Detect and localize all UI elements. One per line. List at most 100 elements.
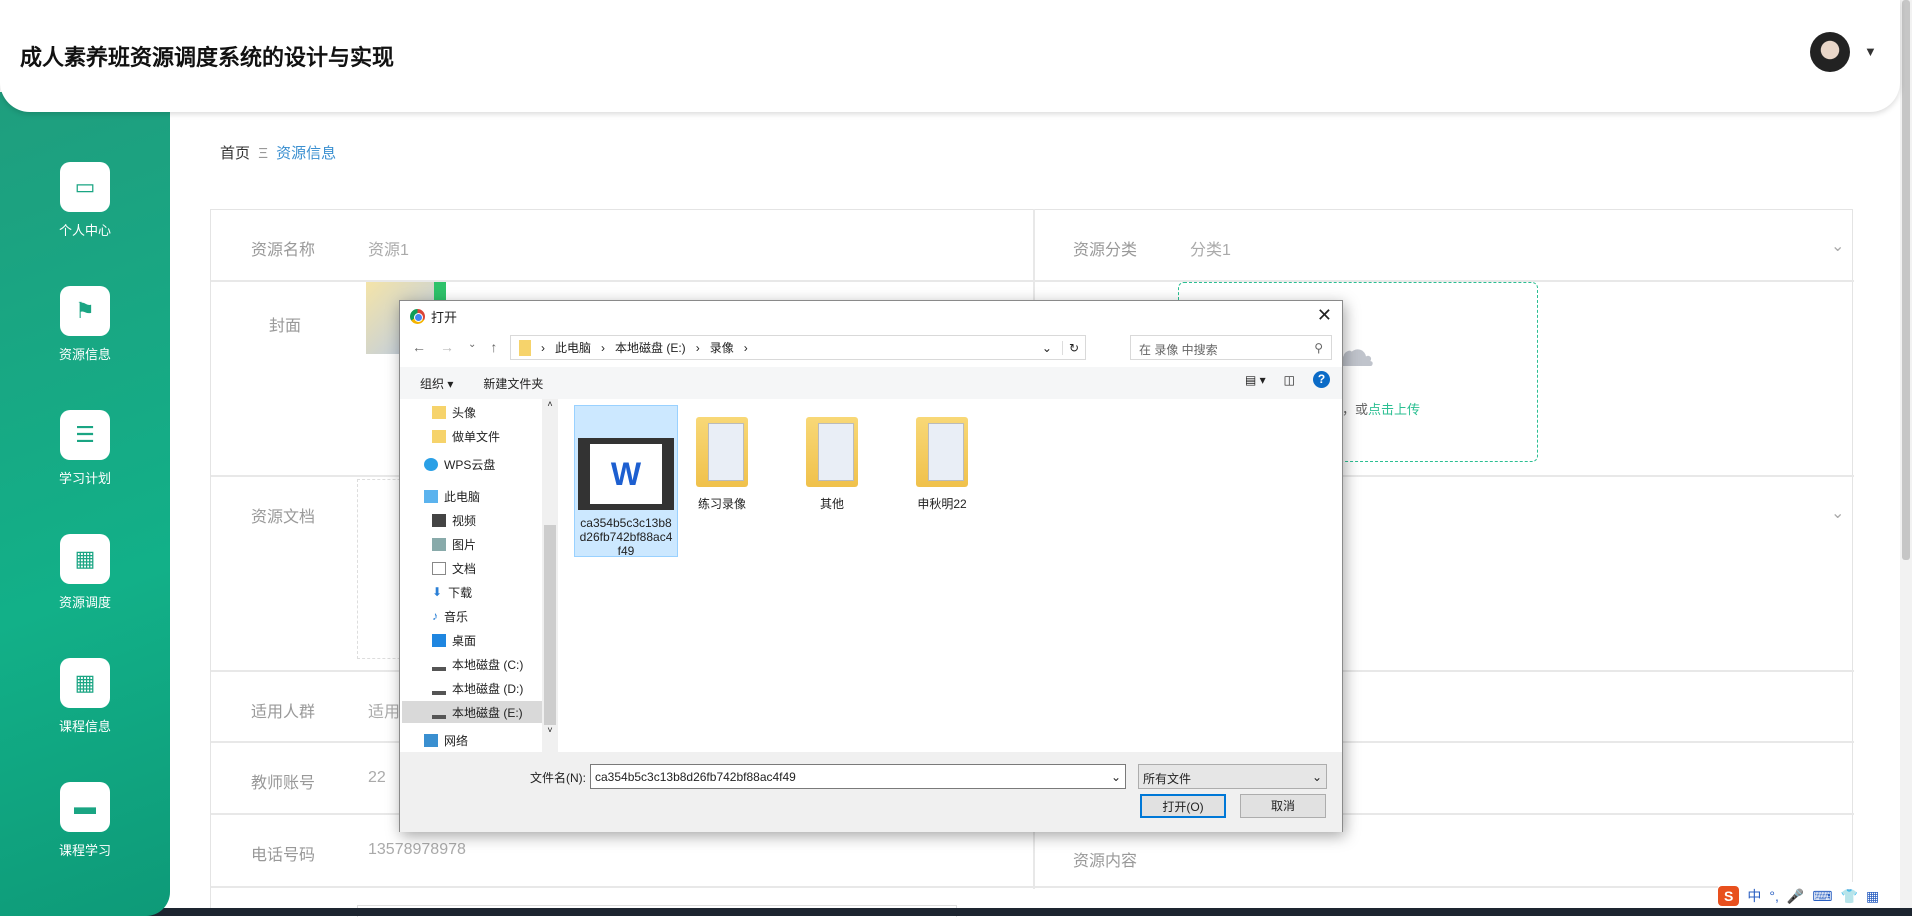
flag-icon: ⚑ xyxy=(60,286,110,336)
cover-label: 封面 xyxy=(269,318,302,335)
chevron-down-icon[interactable]: ⌄ xyxy=(1831,503,1844,523)
path-segment[interactable]: 此电脑 xyxy=(555,339,591,356)
chevron-down-icon[interactable]: ⌄ xyxy=(468,339,476,355)
chevron-down-icon[interactable]: ⌄ xyxy=(1831,236,1844,256)
nav-item[interactable]: ⬇ 下载 xyxy=(432,581,558,603)
sidebar-item-label: 课程学习 xyxy=(58,843,111,858)
video-file-icon: W xyxy=(578,438,674,510)
download-icon: ⬇ xyxy=(432,585,443,599)
nav-item[interactable]: ♪ 音乐 xyxy=(432,605,558,627)
filename-input[interactable]: ca354b5c3c13b8d26fb742bf88ac4f49 ⌄ xyxy=(590,764,1126,789)
open-file-dialog: 打开 ✕ ← → ⌄ ↑ › 此电脑 › 本地磁盘 (E:) › 录像 › ⌄ ↻ 在 录像 … xyxy=(399,300,1343,832)
app-title: 成人素养班资源调度系统的设计与实现 xyxy=(20,45,395,70)
folder-item[interactable]: 练习录像 xyxy=(670,405,774,512)
path-segment[interactable]: 录像 xyxy=(710,339,734,356)
microphone-icon[interactable]: 🎤 xyxy=(1787,888,1804,905)
chevron-down-icon: ⌄ xyxy=(1311,770,1322,784)
chevron-down-icon[interactable]: ⌄ xyxy=(1042,341,1052,355)
ime-punctuation[interactable]: °, xyxy=(1769,888,1779,904)
sidebar-item-study[interactable]: ▬ 课程学习 xyxy=(0,782,170,859)
nav-item[interactable]: 视频 xyxy=(432,509,558,531)
nav-item[interactable]: 桌面 xyxy=(432,629,558,651)
back-icon[interactable]: ← xyxy=(412,339,426,355)
nav-item[interactable]: 网络 xyxy=(424,729,558,751)
open-button[interactable]: 打开(O) xyxy=(1140,794,1226,818)
chevron-down-icon[interactable]: ▼ xyxy=(1864,44,1877,59)
sidebar-item-label: 个人中心 xyxy=(58,223,111,238)
ime-mode[interactable]: 中 xyxy=(1747,886,1761,906)
pictures-icon xyxy=(432,537,446,551)
sogou-logo-icon: S xyxy=(1718,886,1740,906)
file-type-select[interactable]: 所有文件 ⌄ xyxy=(1138,764,1327,789)
skin-icon[interactable]: 👕 xyxy=(1841,888,1858,905)
sidebar-item-course[interactable]: ▦ 课程信息 xyxy=(0,658,170,735)
nav-item[interactable]: WPS云盘 xyxy=(424,453,558,475)
search-input[interactable]: 在 录像 中搜索 ⚲ xyxy=(1130,335,1332,360)
taskbar xyxy=(0,908,1912,916)
folder-icon xyxy=(806,417,858,487)
nav-item[interactable]: 本地磁盘 (C:) xyxy=(432,653,558,675)
chevron-down-icon: ⌄ xyxy=(1110,770,1121,784)
phone-input[interactable]: 13578978978 xyxy=(368,841,466,859)
cloud-icon xyxy=(424,457,438,471)
dialog-footer: 文件名(N): ca354b5c3c13b8d26fb742bf88ac4f49… xyxy=(400,752,1342,832)
page-scrollbar[interactable] xyxy=(1900,0,1912,916)
nav-item[interactable]: 文档 xyxy=(432,557,558,579)
sidebar-item-resources[interactable]: ⚑ 资源信息 xyxy=(0,286,170,363)
grid-icon: ▦ xyxy=(60,658,110,708)
breadcrumb-current: 资源信息 xyxy=(276,145,337,162)
forward-icon[interactable]: → xyxy=(440,339,454,355)
search-icon: ⚲ xyxy=(1314,341,1323,355)
breadcrumb-home[interactable]: 首页 xyxy=(220,145,250,162)
refresh-icon[interactable]: ↻ xyxy=(1061,340,1085,355)
help-icon[interactable]: ? xyxy=(1313,371,1330,388)
upload-link[interactable]: 点击上传 xyxy=(1368,402,1420,417)
nav-item[interactable]: 头像 xyxy=(432,401,558,423)
sidebar-item-label: 资源调度 xyxy=(58,595,111,610)
sidebar-item-label: 学习计划 xyxy=(58,471,111,486)
grid-icon: ▦ xyxy=(60,534,110,584)
sidebar-item-dispatch[interactable]: ▦ 资源调度 xyxy=(0,534,170,611)
new-folder-button[interactable]: 新建文件夹 xyxy=(483,375,543,392)
navigation-pane: 头像 做单文件 WPS云盘 此电脑 视频 图片 文档 ⬇ 下载 ♪ 音乐 桌面 本地… xyxy=(400,399,558,752)
phone-label: 电话号码 xyxy=(251,847,316,864)
nav-item[interactable]: 此电脑 xyxy=(424,485,558,507)
avatar[interactable] xyxy=(1810,32,1850,72)
top-header: 成人素养班资源调度系统的设计与实现 ▼ xyxy=(0,0,1900,112)
folder-item[interactable]: 申秋明22 xyxy=(890,405,994,512)
folder-icon xyxy=(432,429,446,443)
up-icon[interactable]: ↑ xyxy=(490,339,497,355)
nav-item[interactable]: 做单文件 xyxy=(432,425,558,447)
filename-label: 文件名(N): xyxy=(530,771,586,785)
ime-toolbar[interactable]: S 中 °, 🎤 ⌨ 👕 ▦ xyxy=(1718,882,1880,910)
nav-item[interactable]: 图片 xyxy=(432,533,558,555)
monitor-icon: ▬ xyxy=(60,782,110,832)
sidebar-item-plan[interactable]: ☰ 学习计划 xyxy=(0,410,170,487)
audience-input[interactable]: 适用 xyxy=(368,698,400,722)
view-options-icon[interactable]: ▤ ▾ xyxy=(1245,373,1266,387)
documents-icon xyxy=(432,561,446,575)
nav-scrollbar[interactable]: ˄ ˅ xyxy=(542,399,558,752)
sidebar: ▭ 个人中心 ⚑ 资源信息 ☰ 学习计划 ▦ 资源调度 ▦ 课程信息 ▬ 课程学习 xyxy=(0,92,170,916)
address-bar[interactable]: › 此电脑 › 本地磁盘 (E:) › 录像 › ⌄ ↻ xyxy=(510,335,1086,360)
teacher-input[interactable]: 22 xyxy=(368,769,386,787)
breadcrumb-separator: Ξ xyxy=(258,145,268,162)
category-select[interactable]: 分类1 xyxy=(1190,236,1231,260)
nav-item[interactable]: 本地磁盘 (E:) xyxy=(402,701,542,723)
folder-icon xyxy=(519,339,531,356)
keyboard-icon[interactable]: ⌨ xyxy=(1812,888,1832,905)
file-item[interactable]: Wca354b5c3c13b8d26fb742bf88ac4f49 xyxy=(574,405,678,558)
path-segment[interactable]: 本地磁盘 (E:) xyxy=(615,339,686,356)
name-input[interactable]: 资源1 xyxy=(368,236,409,260)
cancel-button[interactable]: 取消 xyxy=(1240,794,1326,818)
sidebar-item-personal[interactable]: ▭ 个人中心 xyxy=(0,162,170,239)
file-list: Wca354b5c3c13b8d26fb742bf88ac4f49 练习录像 其… xyxy=(558,399,1342,752)
toolbox-icon[interactable]: ▦ xyxy=(1866,888,1879,905)
preview-pane-icon[interactable]: ◫ xyxy=(1284,373,1295,387)
video-icon xyxy=(432,513,446,527)
folder-item[interactable]: 其他 xyxy=(780,405,884,512)
close-icon[interactable]: ✕ xyxy=(1317,305,1332,326)
nav-item[interactable]: 本地磁盘 (D:) xyxy=(432,677,558,699)
teacher-label: 教师账号 xyxy=(251,775,316,792)
organize-button[interactable]: 组织 ▾ xyxy=(420,375,453,392)
